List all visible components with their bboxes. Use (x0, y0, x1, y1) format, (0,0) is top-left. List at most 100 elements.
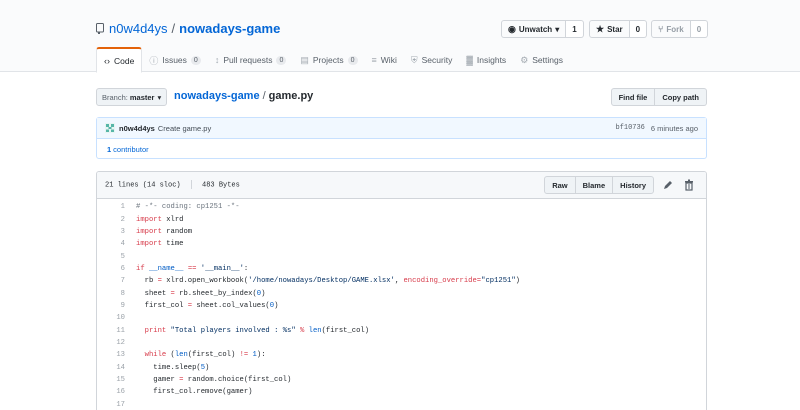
code-token: time (161, 240, 184, 249)
file-lines-info: 21 lines (14 sloc) (105, 181, 181, 190)
code-token: encoding_override (403, 277, 477, 286)
code-token: gamer (136, 375, 180, 384)
line-number[interactable]: 8 (97, 290, 125, 298)
breadcrumb-file: game.py (268, 90, 314, 102)
code-token: time.sleep( (136, 363, 201, 372)
code-line: 13 while (len(first_col) != 1): (97, 349, 706, 361)
line-code: first_col = sheet.col_values(0) (125, 301, 279, 310)
commit-author-link[interactable]: n0w4d4ys (119, 124, 155, 133)
line-number[interactable]: 10 (97, 314, 125, 322)
contributors-count: 1 (107, 144, 112, 154)
tab-settings[interactable]: ⚙ Settings (513, 47, 570, 73)
commit-message-link[interactable]: Create game.py (158, 124, 211, 133)
line-number[interactable]: 3 (97, 228, 125, 236)
code-token: sheet (136, 289, 171, 298)
line-code: time.sleep(5) (125, 364, 209, 372)
code-token: random (161, 227, 193, 236)
trash-icon[interactable] (680, 179, 698, 191)
tab-security[interactable]: ⛨ Security (404, 47, 459, 73)
watchers-count[interactable]: 1 (566, 20, 584, 38)
star-button[interactable]: ★ Star (589, 20, 630, 38)
star-label: Star (607, 24, 623, 34)
code-token: while (144, 351, 167, 360)
code-line: 5 (97, 250, 706, 262)
line-code: gamer = random.choice(first_col) (125, 376, 291, 384)
tab-insights[interactable]: ▓ Insights (459, 47, 513, 73)
wiki-icon: ≡ (371, 55, 377, 65)
blame-button[interactable]: Blame (574, 176, 614, 194)
repo-owner-link[interactable]: n0w4d4ys (109, 21, 168, 36)
line-number[interactable]: 11 (97, 327, 125, 335)
line-number[interactable]: 4 (97, 240, 125, 248)
line-code: # -*- coding: cp1251 -*- (125, 203, 240, 211)
line-code: sheet = rb.sheet_by_index(0) (125, 289, 266, 298)
line-number[interactable]: 13 (97, 351, 125, 359)
counter-badge: 0 (190, 55, 201, 65)
tab-projects[interactable]: ▤ Projects 0 (293, 47, 364, 73)
tab-issues[interactable]: ⓘ Issues 0 (142, 47, 208, 73)
line-number[interactable]: 6 (97, 265, 125, 273)
copy-path-button[interactable]: Copy path (655, 88, 707, 106)
fork-label: Fork (666, 24, 684, 34)
gear-icon: ⚙ (520, 54, 529, 65)
code-token: random.choice(first_col) (183, 375, 292, 384)
code-line: 7 rb = xlrd.open_workbook('/home/nowaday… (97, 275, 706, 287)
line-number[interactable]: 12 (97, 339, 125, 347)
latest-commit: n0w4d4ys Create game.py bf10736 6 minute… (97, 118, 706, 139)
commit-sha-link[interactable]: bf10736 (615, 124, 644, 133)
counter-badge: 0 (347, 55, 358, 65)
line-number[interactable]: 15 (97, 376, 125, 384)
file-view-buttons: Raw Blame History (544, 176, 654, 194)
stars-count[interactable]: 0 (629, 20, 648, 38)
code-token: "Total players involved : %s" (170, 326, 296, 335)
code-body: 1 # -*- coding: cp1251 -*- 2 import xlrd 3 im… (97, 199, 706, 410)
chevron-down-icon: ▾ (157, 92, 162, 102)
line-number[interactable]: 16 (97, 388, 125, 396)
line-number[interactable]: 17 (97, 401, 125, 409)
file-viewer: 21 lines (14 sloc) 483 Bytes Raw Blame H… (96, 171, 707, 410)
commit-time: 6 minutes ago (650, 123, 698, 133)
code-line: 8 sheet = rb.sheet_by_index(0) (97, 287, 706, 299)
contributors-link[interactable]: 1 contributor (97, 139, 706, 159)
tab-label: Code (114, 55, 135, 66)
avatar[interactable] (105, 123, 115, 133)
tab-pull-requests[interactable]: ↕ Pull requests 0 (208, 47, 294, 73)
commit-tease: n0w4d4ys Create game.py bf10736 6 minute… (96, 117, 707, 159)
line-number[interactable]: 5 (97, 253, 125, 261)
tab-wiki[interactable]: ≡ Wiki (365, 47, 404, 73)
code-line: 15 gamer = random.choice(first_col) (97, 374, 706, 386)
tab-label: Pull requests (223, 55, 273, 65)
code-token: ) (205, 363, 210, 372)
line-code: while (len(first_col) != 1): (125, 351, 266, 359)
repo-name-link[interactable]: nowadays-game (179, 21, 280, 36)
branch-select[interactable]: Branch: master ▾ (96, 88, 168, 106)
code-line: 14 time.sleep(5) (97, 361, 706, 373)
code-token: first_col (136, 301, 188, 310)
line-number[interactable]: 9 (97, 302, 125, 310)
raw-button[interactable]: Raw (544, 176, 576, 194)
pull-request-icon: ↕ (214, 55, 220, 65)
code-token: rb.sheet_by_index( (174, 289, 257, 298)
file-size: 483 Bytes (202, 181, 240, 190)
code-line: 3 import random (97, 226, 706, 238)
forks-count[interactable]: 0 (690, 20, 709, 38)
branch-label: Branch: (102, 92, 128, 102)
line-number[interactable]: 2 (97, 216, 125, 224)
unwatch-button[interactable]: ◉ Unwatch ▾ (501, 20, 567, 38)
tab-code[interactable]: ‹› Code (96, 47, 143, 73)
code-token: '__main__' (200, 264, 244, 273)
code-token: __name__ (148, 264, 184, 273)
repo-title: n0w4d4ys / nowadays-game (96, 21, 280, 36)
line-number[interactable]: 1 (97, 203, 125, 211)
pencil-icon[interactable] (658, 179, 676, 191)
breadcrumb-repo-link[interactable]: nowadays-game (174, 90, 260, 102)
code-token: ) (515, 277, 520, 286)
line-number[interactable]: 7 (97, 277, 125, 285)
fork-button[interactable]: ⑂ Fork (651, 20, 691, 38)
find-file-button[interactable]: Find file (610, 88, 656, 106)
line-number[interactable]: 14 (97, 364, 125, 372)
star-action: ★ Star 0 (589, 20, 648, 38)
code-line: 11 print "Total players involved : %s" %… (97, 324, 706, 336)
history-button[interactable]: History (612, 176, 654, 194)
